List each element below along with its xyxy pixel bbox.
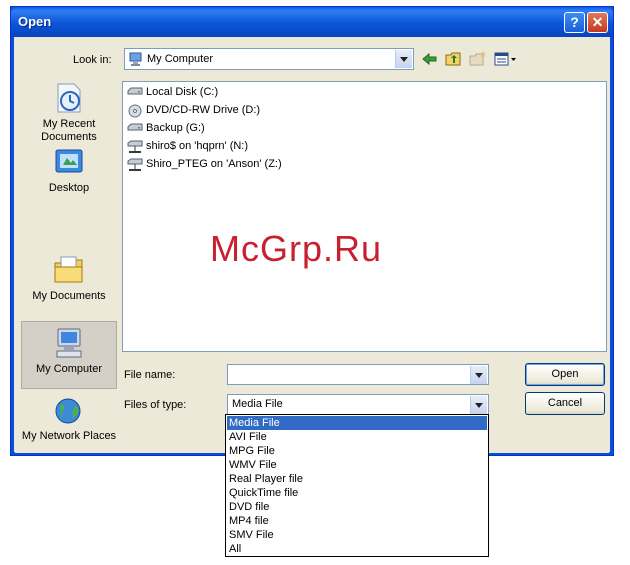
look-in-value: My Computer	[147, 53, 214, 65]
dropdown-option[interactable]: Media File	[227, 416, 487, 430]
new-folder-icon[interactable]	[468, 50, 488, 68]
places-bar: My Recent Documents Desktop My Documents	[21, 81, 118, 443]
back-arrow-icon[interactable]	[420, 50, 440, 68]
help-button[interactable]: ?	[564, 12, 585, 33]
recent-documents-icon	[57, 83, 81, 113]
title-bar[interactable]: Open ? ✕	[11, 7, 613, 37]
my-documents-icon	[54, 256, 83, 283]
network-places-icon	[55, 398, 81, 424]
place-my-computer[interactable]: My Computer	[21, 321, 117, 389]
my-computer-icon	[56, 328, 82, 358]
place-label: My Network Places	[21, 430, 117, 442]
place-desktop[interactable]: Desktop	[21, 147, 117, 203]
file-name-field[interactable]	[227, 364, 489, 385]
watermark-text: McGrp.Ru	[210, 228, 383, 269]
my-computer-icon	[129, 52, 142, 66]
dialog-title: Open	[18, 14, 52, 29]
place-my-documents[interactable]: My Documents	[21, 253, 117, 311]
file-type-select[interactable]: Media File	[227, 394, 489, 415]
dropdown-option[interactable]: Real Player file	[227, 472, 487, 486]
close-button[interactable]: ✕	[587, 12, 608, 33]
dropdown-option[interactable]: QuickTime file	[227, 486, 487, 500]
file-list[interactable]: Local Disk (C:) DVD/CD-RW Drive (D:) Bac…	[122, 81, 607, 352]
chevron-down-icon[interactable]	[395, 50, 412, 68]
dropdown-option[interactable]: DVD file	[227, 500, 487, 514]
dropdown-option[interactable]: AVI File	[227, 430, 487, 444]
views-menu-icon[interactable]	[493, 50, 519, 68]
place-label: Desktop	[48, 182, 90, 194]
open-button[interactable]: Open	[525, 363, 605, 386]
hard-drive-icon	[127, 123, 143, 131]
file-type-label: Files of type:	[124, 399, 187, 411]
look-in-combo[interactable]: My Computer	[124, 48, 414, 70]
hard-drive-icon	[127, 87, 143, 95]
network-drive-icon	[127, 158, 143, 171]
dropdown-option[interactable]: WMV File	[227, 458, 487, 472]
dropdown-option[interactable]: MP4 file	[227, 514, 487, 528]
chevron-down-icon[interactable]	[470, 396, 487, 414]
place-my-network-places[interactable]: My Network Places	[21, 397, 117, 443]
desktop-icon	[55, 149, 83, 173]
up-folder-icon[interactable]	[444, 50, 464, 68]
place-label: My Recent Documents	[41, 118, 97, 143]
file-name-label: File name:	[124, 369, 176, 381]
look-in-label: Look in:	[73, 54, 112, 66]
network-drive-icon	[127, 140, 143, 153]
file-type-value: Media File	[232, 398, 283, 410]
place-label: My Computer	[35, 363, 103, 375]
place-label: My Documents	[32, 290, 106, 302]
chevron-down-icon[interactable]	[470, 366, 487, 384]
optical-drive-icon	[128, 104, 142, 118]
dropdown-option[interactable]: MPG File	[227, 444, 487, 458]
file-type-dropdown[interactable]: Media File AVI File MPG File WMV File Re…	[225, 414, 489, 557]
place-my-recent-documents[interactable]: My Recent Documents	[21, 81, 117, 143]
dropdown-option[interactable]: SMV File	[227, 528, 487, 542]
cancel-button[interactable]: Cancel	[525, 392, 605, 415]
dropdown-option[interactable]: All	[227, 542, 487, 556]
